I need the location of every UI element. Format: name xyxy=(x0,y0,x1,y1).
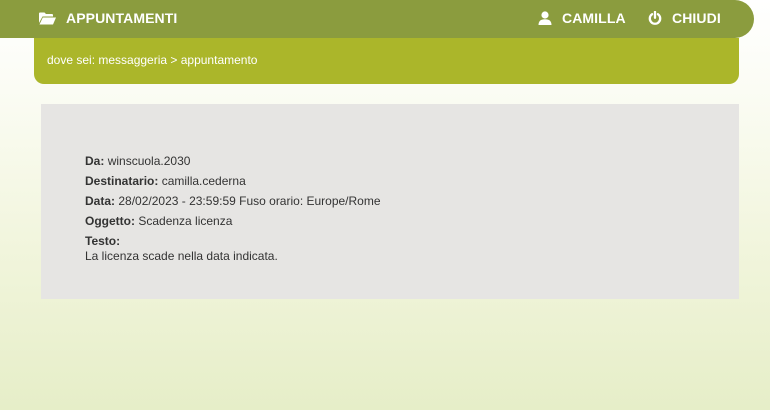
message-panel: Da: winscuola.2030 Destinatario: camilla… xyxy=(41,104,739,299)
recipient-row: Destinatario: camilla.cederna xyxy=(85,174,246,188)
folder-open-icon xyxy=(39,12,56,25)
app-title: APPUNTAMENTI xyxy=(39,0,177,36)
date-value: 28/02/2023 - 23:59:59 Fuso orario: Europ… xyxy=(118,194,381,208)
from-value: winscuola.2030 xyxy=(107,154,191,168)
subject-row: Oggetto: Scadenza licenza xyxy=(85,214,232,228)
top-navigation-bar: APPUNTAMENTI CAMILLA CHIUDI xyxy=(0,0,754,38)
user-menu-link[interactable]: CAMILLA xyxy=(538,0,626,36)
app-title-label: APPUNTAMENTI xyxy=(66,10,178,26)
power-icon xyxy=(648,11,662,25)
user-name-label: CAMILLA xyxy=(562,10,626,26)
text-label: Testo: xyxy=(85,234,121,248)
breadcrumb-bar: dove sei: messaggeria > appuntamento xyxy=(34,38,739,84)
breadcrumb: dove sei: messaggeria > appuntamento xyxy=(47,53,258,67)
close-label: CHIUDI xyxy=(672,10,721,26)
date-row: Data: 28/02/2023 - 23:59:59 Fuso orario:… xyxy=(85,194,381,208)
message-text: La licenza scade nella data indicata. xyxy=(85,249,278,263)
close-link[interactable]: CHIUDI xyxy=(648,0,721,36)
subject-value: Scadenza licenza xyxy=(138,214,233,228)
from-label: Da: xyxy=(85,154,105,168)
user-icon xyxy=(538,11,552,25)
recipient-value: camilla.cederna xyxy=(161,174,246,188)
date-label: Data: xyxy=(85,194,116,208)
subject-label: Oggetto: xyxy=(85,214,135,228)
recipient-label: Destinatario: xyxy=(85,174,159,188)
from-row: Da: winscuola.2030 xyxy=(85,154,190,168)
